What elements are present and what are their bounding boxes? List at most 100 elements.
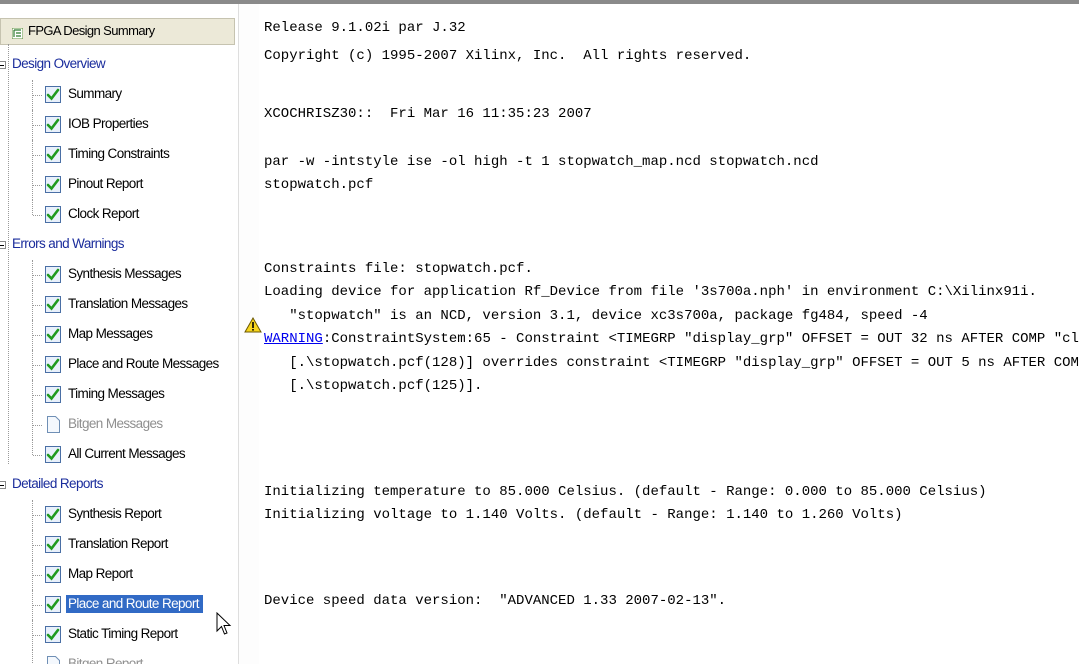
tree-line — [33, 125, 42, 126]
sidebar-item-label: Map Messages — [68, 326, 153, 341]
checkmark-icon — [45, 626, 61, 643]
checkmark-icon — [45, 566, 61, 583]
sidebar-item-translation-report[interactable]: Translation Report — [0, 530, 236, 560]
sidebar-item-label: IOB Properties — [68, 116, 149, 131]
sidebar-item-label: Timing Messages — [68, 386, 165, 401]
tree-line — [33, 155, 42, 156]
log-line: stopwatch.pcf — [264, 177, 374, 193]
warning-triangle-icon — [244, 317, 262, 333]
log-line: Release 9.1.02i par J.32 — [264, 20, 466, 36]
sidebar-item-label: Timing Constraints — [68, 146, 170, 161]
sidebar-item-synthesis-messages[interactable]: Synthesis Messages — [0, 260, 236, 290]
sidebar-item-static-timing-report[interactable]: Static Timing Report — [0, 620, 236, 650]
checkmark-icon — [45, 86, 61, 103]
tree-line — [33, 575, 42, 576]
log-line: [.\stopwatch.pcf(128)] overrides constra… — [264, 355, 1079, 371]
summary-tree-icon — [12, 28, 23, 39]
log-line: Constraints file: stopwatch.pcf. — [264, 261, 533, 277]
sidebar-item-label: Translation Report — [68, 536, 168, 551]
tree-line — [33, 95, 42, 96]
log-line: Initializing temperature to 85.000 Celsi… — [264, 484, 987, 500]
tree-line — [32, 200, 33, 215]
warning-text: :ConstraintSystem:65 - Constraint <TIMEG… — [322, 331, 1079, 347]
sidebar-item-synthesis-report[interactable]: Synthesis Report — [0, 500, 236, 530]
warning-link[interactable]: WARNING — [264, 331, 323, 347]
sidebar-item-label: Bitgen Messages — [68, 416, 163, 431]
tree-line — [33, 455, 42, 456]
sidebar-item-label: Map Report — [68, 566, 133, 581]
collapse-toggle-icon[interactable] — [0, 61, 6, 69]
tree-line — [33, 605, 42, 606]
checkmark-icon — [44, 595, 62, 614]
checkmark-icon — [45, 206, 61, 223]
log-line: Initializing voltage to 1.140 Volts. (de… — [264, 507, 903, 523]
log-line: XCOCHRISZ30:: Fri Mar 16 11:35:23 2007 — [264, 106, 592, 122]
sidebar-item-pinout-report[interactable]: Pinout Report — [0, 170, 236, 200]
section-design-overview[interactable]: Design Overview — [0, 50, 236, 80]
log-line: Device speed data version: "ADVANCED 1.3… — [264, 593, 727, 609]
pane-splitter[interactable] — [238, 4, 259, 664]
sidebar-item-place-and-route-report[interactable]: Place and Route Report — [0, 590, 236, 620]
design-summary-sidebar[interactable]: FPGA Design Summary Design Overview Summa… — [0, 4, 239, 664]
log-line: par -w -intstyle ise -ol high -t 1 stopw… — [264, 154, 819, 170]
warning-line: WARNING:ConstraintSystem:65 - Constraint… — [264, 331, 1079, 347]
sidebar-item-label: Bitgen Report — [68, 656, 143, 664]
sidebar-item-bitgen-messages[interactable]: Bitgen Messages — [0, 410, 236, 440]
sidebar-item-iob-properties[interactable]: IOB Properties — [0, 110, 236, 140]
section-errors-and-warnings[interactable]: Errors and Warnings — [0, 230, 236, 260]
report-content: Release 9.1.02i par J.32 Copyright (c) 19… — [264, 0, 1079, 664]
checkmark-icon — [45, 326, 61, 343]
tree-line — [33, 425, 42, 426]
section-label: Design Overview — [12, 56, 106, 71]
checkmark-icon — [45, 146, 61, 163]
sidebar-item-label: Summary — [68, 86, 122, 101]
checkmark-icon — [45, 446, 61, 463]
tree-line — [32, 650, 33, 664]
sidebar-item-label: Clock Report — [68, 206, 139, 221]
sidebar-item-translation-messages[interactable]: Translation Messages — [0, 290, 236, 320]
tree-line — [33, 305, 42, 306]
log-line: "stopwatch" is an NCD, version 3.1, devi… — [264, 308, 928, 324]
sidebar-item-timing-constraints[interactable]: Timing Constraints — [0, 140, 236, 170]
tree-line — [33, 635, 42, 636]
log-line: Copyright (c) 1995-2007 Xilinx, Inc. All… — [264, 48, 752, 64]
sidebar-item-all-current-messages[interactable]: All Current Messages — [0, 440, 236, 470]
checkmark-icon — [45, 296, 61, 313]
section-label: Detailed Reports — [12, 476, 104, 491]
sidebar-item-label: Pinout Report — [68, 176, 143, 191]
sidebar-item-summary[interactable]: Summary — [0, 80, 236, 110]
mouse-pointer-icon — [216, 612, 232, 635]
sidebar-item-map-messages[interactable]: Map Messages — [0, 320, 236, 350]
sidebar-item-clock-report[interactable]: Clock Report — [0, 200, 236, 230]
sidebar-header[interactable]: FPGA Design Summary — [0, 18, 235, 45]
sidebar-item-timing-messages[interactable]: Timing Messages — [0, 380, 236, 410]
blank-document-icon — [47, 416, 60, 433]
section-label: Errors and Warnings — [12, 236, 125, 251]
sidebar-item-label: Place and Route Messages — [68, 356, 219, 371]
checkmark-icon — [45, 386, 61, 403]
sidebar-item-label: Translation Messages — [68, 296, 188, 311]
checkmark-icon — [45, 116, 61, 133]
sidebar-item-label: Static Timing Report — [68, 626, 178, 641]
checkmark-icon — [45, 266, 61, 283]
sidebar-item-place-and-route-messages[interactable]: Place and Route Messages — [0, 350, 236, 380]
section-detailed-reports[interactable]: Detailed Reports — [0, 470, 236, 500]
checkmark-icon — [45, 176, 61, 193]
sidebar-item-label: Place and Route Report — [66, 595, 203, 613]
tree-line — [33, 275, 42, 276]
sidebar-item-label: All Current Messages — [68, 446, 186, 461]
blank-document-icon — [47, 656, 60, 664]
tree-line — [33, 395, 42, 396]
tree-line — [8, 44, 9, 464]
sidebar-item-bitgen-report[interactable]: Bitgen Report — [0, 650, 236, 664]
tree-line — [33, 515, 42, 516]
collapse-toggle-icon[interactable] — [0, 241, 6, 249]
log-line: [.\stopwatch.pcf(125)]. — [264, 378, 483, 394]
checkmark-icon — [45, 356, 61, 373]
tree-line — [33, 365, 42, 366]
tree-line — [33, 215, 42, 216]
sidebar-item-map-report[interactable]: Map Report — [0, 560, 236, 590]
collapse-toggle-icon[interactable] — [0, 481, 6, 489]
tree-line — [33, 545, 42, 546]
tree-line — [33, 185, 42, 186]
